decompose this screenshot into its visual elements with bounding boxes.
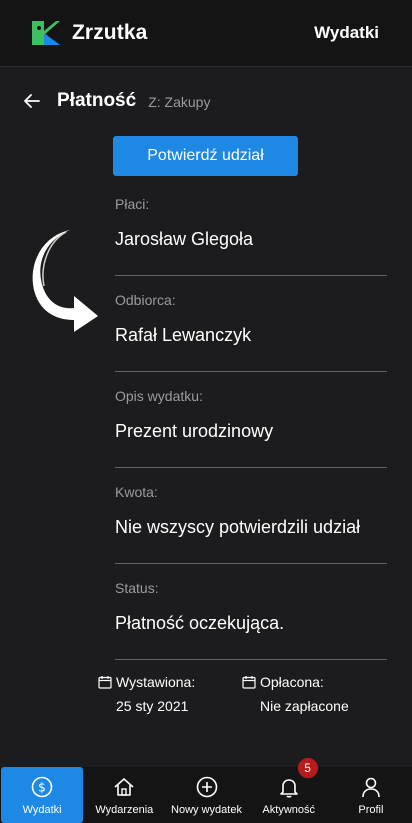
recipient-field: Odbiorca: Rafał Lewanczyk xyxy=(115,276,387,372)
home-icon xyxy=(114,777,134,796)
calendar-icon xyxy=(98,676,112,689)
curved-arrow-icon xyxy=(32,230,99,332)
nav-label-expenses: Wydatki xyxy=(22,803,62,816)
top-app-bar: Zrzutka Wydatki xyxy=(0,0,412,66)
paid-date: Opłacona: Nie zapłacone xyxy=(242,674,349,714)
issued-date: Wystawiona: 25 sty 2021 xyxy=(98,674,195,714)
back-button[interactable] xyxy=(22,91,42,111)
description-value: Prezent urodzinowy xyxy=(115,421,274,441)
page-title: Płatność xyxy=(57,90,137,111)
plus-circle-icon xyxy=(196,776,217,797)
calendar-icon xyxy=(242,676,256,689)
svg-text:$: $ xyxy=(38,780,46,794)
app-name: Zrzutka xyxy=(72,21,148,44)
amount-value: Nie wszyscy potwierdzili udział xyxy=(115,517,361,537)
expenses-nav-link[interactable]: Wydatki xyxy=(314,23,379,43)
nav-label-activity: Aktywność xyxy=(262,803,315,816)
nav-label-new-expense: Nowy wydatek xyxy=(171,803,242,816)
issued-value: 25 sty 2021 xyxy=(116,698,189,714)
status-field: Status: Płatność oczekująca. xyxy=(115,564,387,660)
arrow-left-icon xyxy=(24,94,40,108)
nav-item-expenses[interactable]: $ Wydatki xyxy=(1,767,84,823)
dollar-circle-icon: $ xyxy=(31,776,53,797)
nav-item-activity[interactable]: 5 Aktywność xyxy=(248,757,330,823)
payment-dates: Wystawiona: 25 sty 2021 Opłacona: Nie za… xyxy=(98,674,398,724)
user-icon xyxy=(362,777,380,797)
brand[interactable]: Zrzutka xyxy=(30,19,147,47)
recipient-label: Odbiorca: xyxy=(115,292,176,308)
payer-label: Płaci: xyxy=(115,196,150,212)
recipient-value: Rafał Lewanczyk xyxy=(115,325,252,345)
paid-label: Opłacona: xyxy=(260,674,324,690)
zrzutka-logo-icon xyxy=(32,21,60,45)
notification-badge: 5 xyxy=(296,757,319,779)
description-label: Opis wydatku: xyxy=(115,388,203,404)
nav-item-events[interactable]: Wydarzenia xyxy=(83,767,165,823)
status-value: Płatność oczekująca. xyxy=(115,613,285,633)
paid-value: Nie zapłacone xyxy=(260,698,349,714)
bottom-navigation: $ Wydatki Wydarzenia Nowy wydatek 5 Akty… xyxy=(0,757,412,823)
payer-field: Płaci: Jarosław Glegoła xyxy=(115,180,387,276)
confirm-participation-button[interactable]: Potwierdź udział xyxy=(113,136,298,176)
amount-label: Kwota: xyxy=(115,484,158,500)
topbar-divider xyxy=(0,66,412,67)
nav-item-new-expense[interactable]: Nowy wydatek xyxy=(165,767,247,823)
nav-label-events: Wydarzenia xyxy=(95,803,154,816)
payer-value: Jarosław Glegoła xyxy=(115,229,254,249)
issued-label: Wystawiona: xyxy=(116,674,196,690)
amount-field: Kwota: Nie wszyscy potwierdzili udział xyxy=(115,468,387,564)
nav-item-profile[interactable]: Profil xyxy=(330,767,412,823)
nav-label-profile: Profil xyxy=(358,803,384,816)
page-heading: Płatność Z: Zakupy xyxy=(22,86,210,116)
status-label: Status: xyxy=(115,580,159,596)
payment-details: Płaci: Jarosław Glegoła Odbiorca: Rafał … xyxy=(115,180,387,660)
description-field: Opis wydatku: Prezent urodzinowy xyxy=(115,372,387,468)
bell-icon xyxy=(279,778,298,797)
page-subtitle: Z: Zakupy xyxy=(148,94,211,110)
